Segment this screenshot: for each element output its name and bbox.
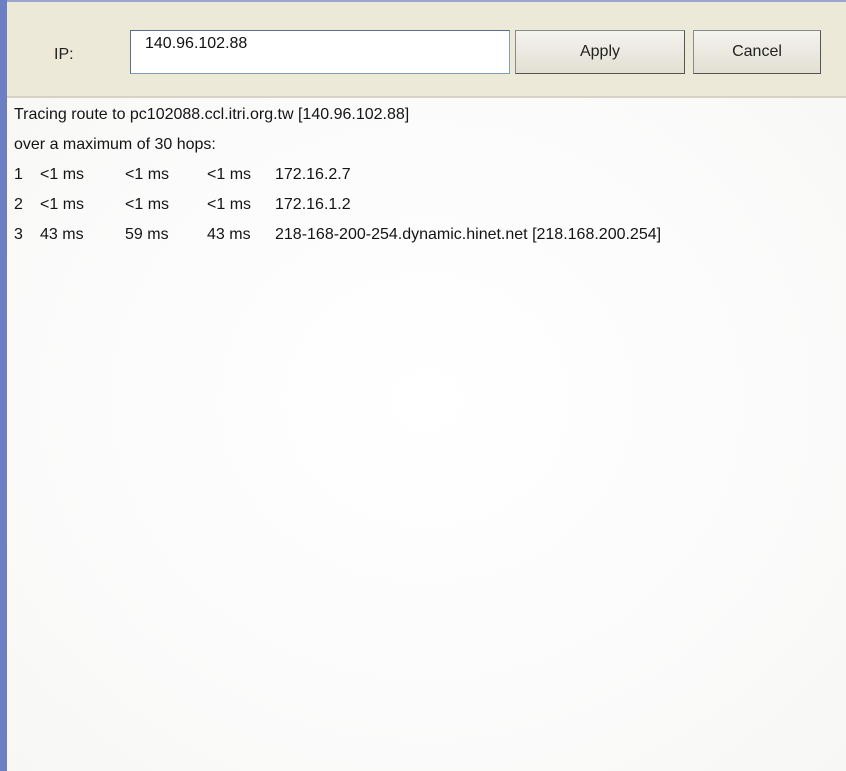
hop-time-3: <1 ms (207, 166, 252, 183)
hop-time-1: <1 ms (40, 196, 85, 213)
ip-input[interactable] (130, 30, 510, 74)
ip-label: IP: (54, 46, 74, 63)
hop-time-1: 43 ms (40, 226, 84, 243)
apply-button[interactable]: Apply (515, 30, 685, 74)
hop-time-2: <1 ms (125, 196, 170, 213)
hop-time-2: 59 ms (125, 226, 169, 243)
trace-output-area[interactable]: Tracing route to pc102088.ccl.itri.org.t… (7, 98, 846, 771)
hop-time-1: <1 ms (40, 166, 85, 183)
hop-time-3: <1 ms (207, 196, 252, 213)
window-left-border (0, 0, 7, 771)
hop-number: 2 (14, 196, 23, 213)
trace-max-hops-line: over a maximum of 30 hops: (14, 136, 216, 153)
hop-host: 218-168-200-254.dynamic.hinet.net [218.1… (275, 226, 662, 243)
hop-time-3: 43 ms (207, 226, 251, 243)
hop-time-2: <1 ms (125, 166, 170, 183)
toolbar: IP: Apply Cancel (7, 0, 846, 96)
hop-number: 1 (14, 166, 23, 183)
hop-host: 172.16.2.7 (275, 166, 351, 183)
hop-host: 172.16.1.2 (275, 196, 351, 213)
trace-header-line: Tracing route to pc102088.ccl.itri.org.t… (14, 106, 410, 123)
hop-number: 3 (14, 226, 23, 243)
traceroute-window: IP: Apply Cancel Tracing route to pc1020… (0, 0, 846, 771)
cancel-button[interactable]: Cancel (693, 30, 821, 74)
